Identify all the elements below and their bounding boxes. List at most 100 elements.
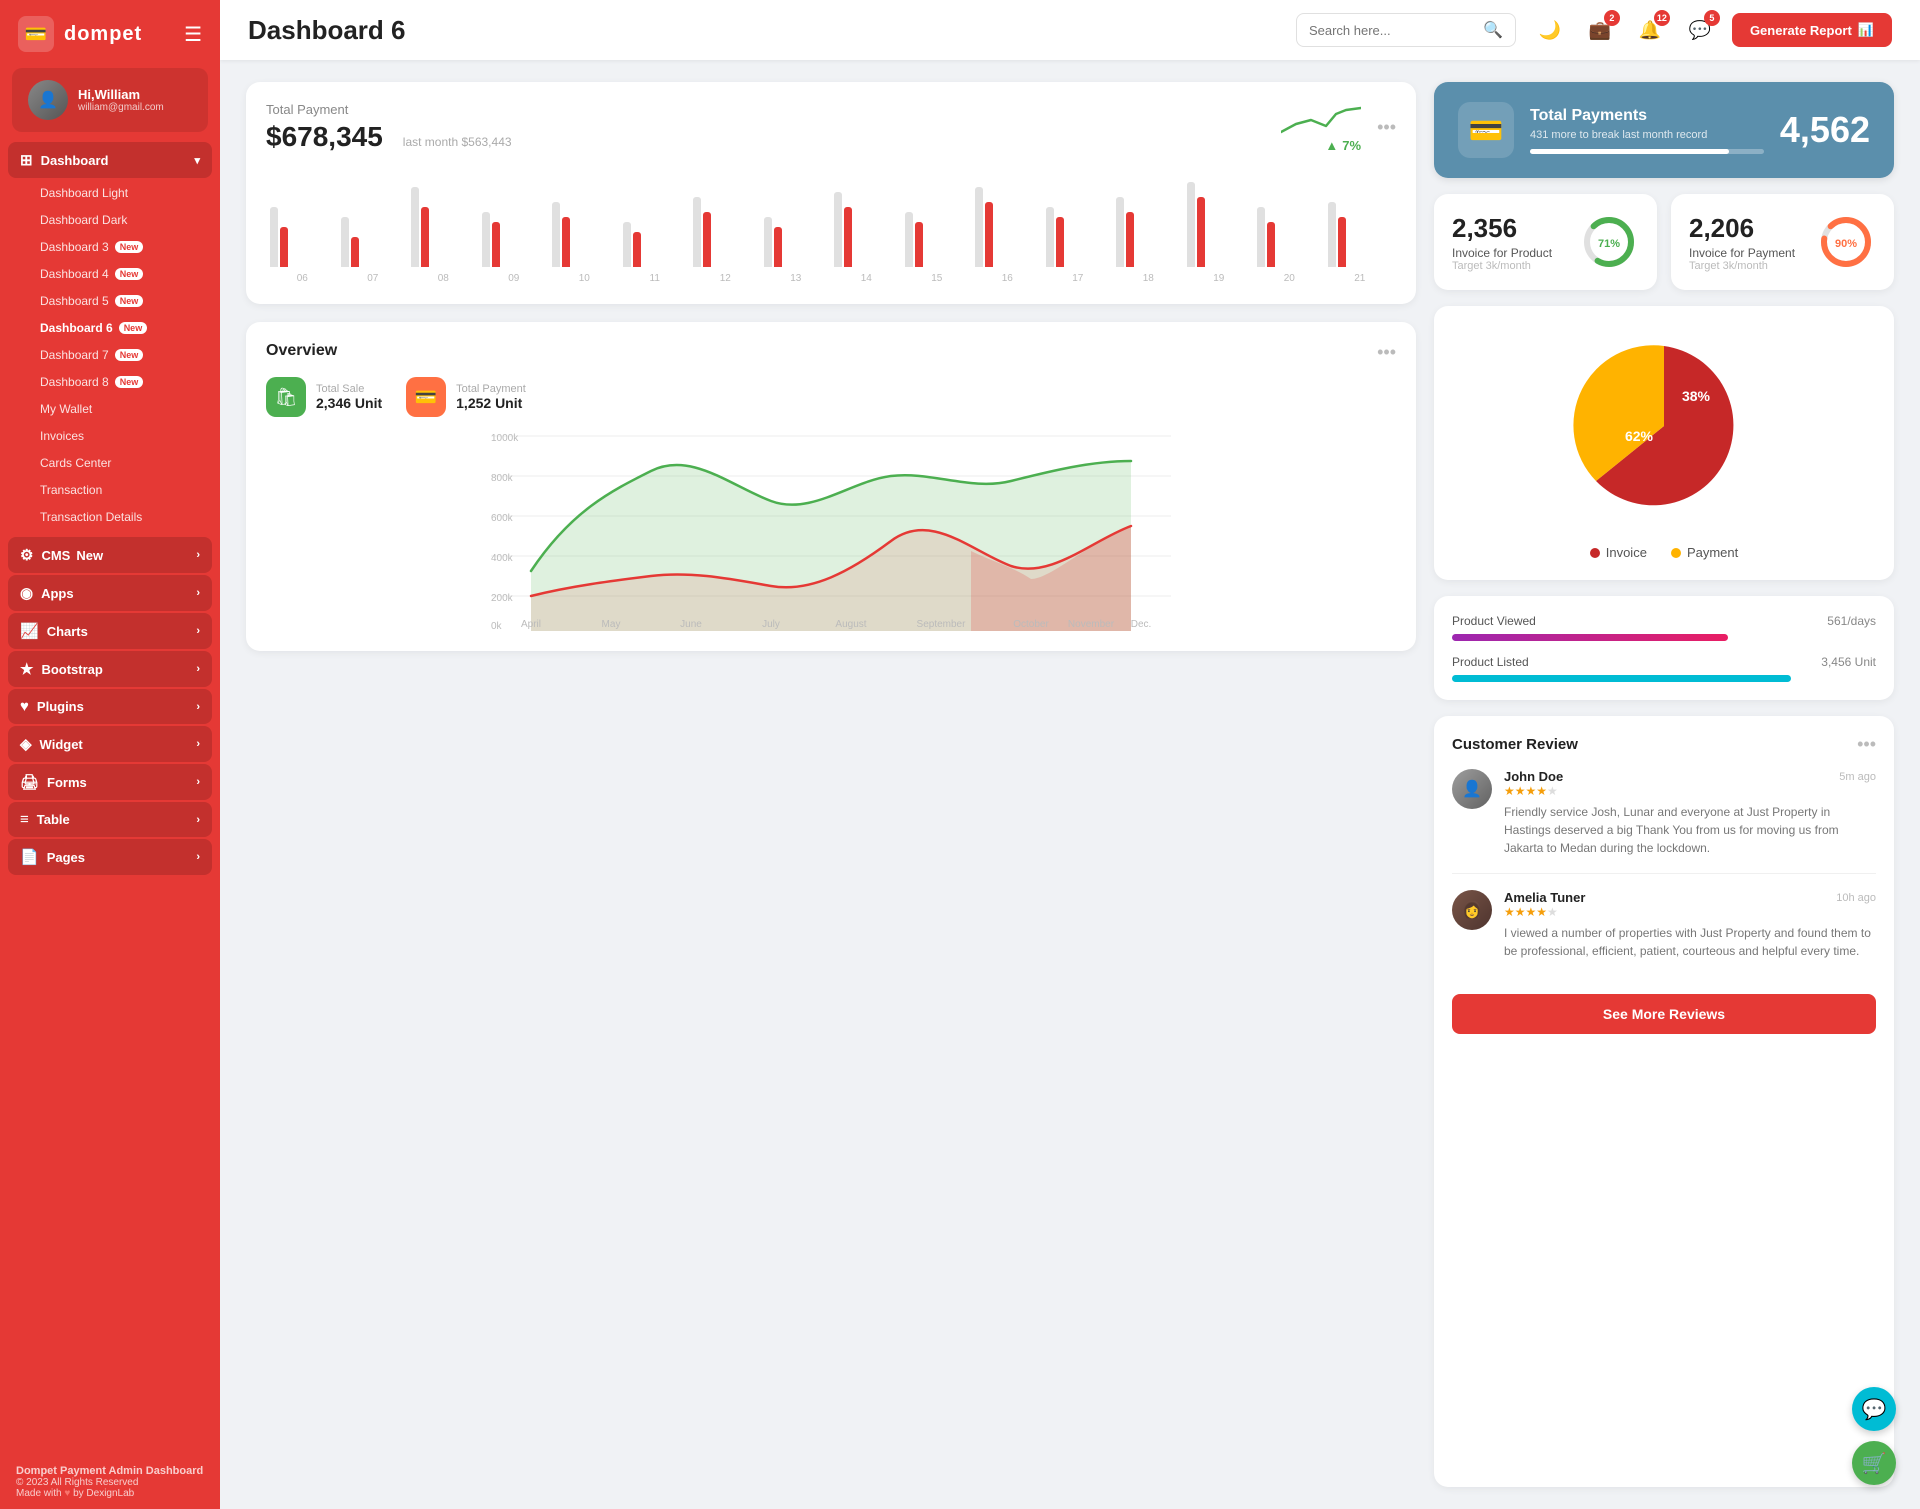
chevron-right-icon: ›	[196, 587, 200, 599]
sidebar-item-cards-center[interactable]: Cards Center	[8, 450, 212, 476]
bar-label-7: 13	[764, 273, 829, 284]
svg-text:September: September	[917, 619, 967, 630]
bar-red-3	[492, 222, 500, 267]
bar-group-8	[834, 192, 899, 267]
avatar: 👤	[28, 80, 68, 120]
sidebar-item-charts[interactable]: 📈 Charts ›	[8, 613, 212, 649]
sidebar-item-dashboard-3[interactable]: Dashboard 3New	[8, 234, 212, 260]
bar-gray-15	[1328, 202, 1336, 267]
support-float-button[interactable]: 💬	[1852, 1387, 1896, 1431]
total-payment-icon: 💳	[406, 377, 446, 417]
forms-icon: 🖨	[20, 773, 39, 791]
svg-text:May: May	[602, 619, 621, 630]
bar-label-3: 09	[482, 273, 547, 284]
bar-gray-11	[1046, 207, 1054, 267]
overview-card: Overview ••• 🛍 Total Sale 2,346 Unit 💳	[246, 322, 1416, 651]
sidebar-item-apps[interactable]: ◉ Apps ›	[8, 575, 212, 611]
review-more-options[interactable]: •••	[1857, 734, 1876, 755]
sidebar-item-dashboard-light[interactable]: Dashboard Light	[8, 180, 212, 206]
payment-dot	[1671, 548, 1681, 558]
bootstrap-icon: ★	[20, 660, 33, 678]
generate-report-button[interactable]: Generate Report 📊	[1732, 13, 1892, 47]
pages-icon: 📄	[20, 848, 39, 866]
invoice-cards-row: 2,356 Invoice for Product Target 3k/mont…	[1434, 194, 1894, 290]
sidebar-item-invoices[interactable]: Invoices	[8, 423, 212, 449]
bar-gray-8	[834, 192, 842, 267]
review-item-2: 👩 Amelia Tuner 10h ago ★★★★★ I viewed a …	[1452, 890, 1876, 976]
reviewer-stars-2: ★★★★★	[1504, 905, 1876, 919]
sidebar-item-dashboard-8[interactable]: Dashboard 8New	[8, 369, 212, 395]
svg-text:400k: 400k	[491, 553, 514, 564]
bar-label-10: 16	[975, 273, 1040, 284]
bar-label-13: 19	[1187, 273, 1252, 284]
bar-label-1: 07	[341, 273, 406, 284]
search-input[interactable]	[1309, 23, 1475, 38]
sidebar-item-forms[interactable]: 🖨 Forms ›	[8, 764, 212, 800]
product-viewed-val: 561/days	[1827, 614, 1876, 628]
see-more-reviews-button[interactable]: See More Reviews	[1452, 994, 1876, 1034]
bar-group-1	[341, 217, 406, 267]
sidebar-item-cms[interactable]: ⚙ CMS New ›	[8, 537, 212, 573]
chevron-right-icon: ›	[196, 776, 200, 788]
chevron-right-icon: ›	[196, 851, 200, 863]
chart-bar-icon: 📊	[1858, 22, 1874, 38]
sidebar-item-dashboard[interactable]: ⊞ Dashboard ▾	[8, 142, 212, 178]
notification-button[interactable]: 🔔 12	[1632, 12, 1668, 48]
sidebar-item-dashboard-dark[interactable]: Dashboard Dark	[8, 207, 212, 233]
sidebar-item-pages[interactable]: 📄 Pages ›	[8, 839, 212, 875]
more-options-button[interactable]: •••	[1377, 117, 1396, 138]
bar-label-0: 06	[270, 273, 335, 284]
trend-sparkline	[1281, 102, 1361, 138]
bar-gray-0	[270, 207, 278, 267]
sidebar-item-bootstrap[interactable]: ★ Bootstrap ›	[8, 651, 212, 687]
wallet-button[interactable]: 💼 2	[1582, 12, 1618, 48]
bar-red-14	[1267, 222, 1275, 267]
bar-group-0	[270, 207, 335, 267]
bar-red-2	[421, 207, 429, 267]
chat-button[interactable]: 💬 5	[1682, 12, 1718, 48]
bar-group-10	[975, 187, 1040, 267]
sidebar-item-dashboard-6[interactable]: Dashboard 6New	[8, 315, 212, 341]
review-card-title: Customer Review	[1452, 736, 1578, 753]
banner-progress-bar	[1530, 149, 1764, 154]
total-payment-stat: 💳 Total Payment 1,252 Unit	[406, 377, 526, 417]
reviewer-stars-1: ★★★★★	[1504, 784, 1876, 798]
sidebar-item-dashboard-5[interactable]: Dashboard 5New	[8, 288, 212, 314]
bar-group-2	[411, 187, 476, 267]
bar-red-7	[774, 227, 782, 267]
sidebar-item-table[interactable]: ≡ Table ›	[8, 802, 212, 837]
hamburger-button[interactable]: ☰	[184, 22, 202, 47]
sidebar-item-dashboard-7[interactable]: Dashboard 7New	[8, 342, 212, 368]
logo-text: dompet	[64, 23, 142, 46]
sidebar-item-transaction[interactable]: Transaction	[8, 477, 212, 503]
pie-legend: Invoice Payment	[1454, 545, 1874, 560]
svg-text:October: October	[1013, 619, 1049, 630]
bar-red-6	[703, 212, 711, 267]
sidebar-item-dashboard-4[interactable]: Dashboard 4New	[8, 261, 212, 287]
legend-invoice: Invoice	[1590, 545, 1647, 560]
review-text-1: Friendly service Josh, Lunar and everyon…	[1504, 803, 1876, 857]
bar-label-2: 08	[411, 273, 476, 284]
invoice-payment-number: 2,206	[1689, 213, 1802, 244]
sidebar-item-widget[interactable]: ◈ Widget ›	[8, 726, 212, 762]
bar-label-14: 20	[1257, 273, 1322, 284]
overview-more-options[interactable]: •••	[1377, 342, 1396, 363]
sidebar-footer: Dompet Payment Admin Dashboard © 2023 Al…	[0, 1451, 220, 1509]
search-icon[interactable]: 🔍	[1483, 20, 1503, 40]
bar-group-11	[1046, 207, 1111, 267]
bar-gray-13	[1187, 182, 1195, 267]
theme-toggle-button[interactable]: 🌙	[1532, 12, 1568, 48]
sidebar-item-transaction-details[interactable]: Transaction Details	[8, 504, 212, 530]
invoice-product-target: Target 3k/month	[1452, 260, 1565, 272]
bar-red-4	[562, 217, 570, 267]
sidebar-item-my-wallet[interactable]: My Wallet	[8, 396, 212, 422]
chevron-right-icon: ›	[196, 814, 200, 826]
cart-float-button[interactable]: 🛒	[1852, 1441, 1896, 1485]
bar-gray-10	[975, 187, 983, 267]
total-payment-title: Total Payment	[266, 102, 512, 117]
overview-line-chart: 1000k 800k 600k 400k 200k 0k	[266, 431, 1396, 631]
sidebar-item-plugins[interactable]: ♥ Plugins ›	[8, 689, 212, 724]
bar-label-5: 11	[623, 273, 688, 284]
bar-gray-1	[341, 217, 349, 267]
reviewer-avatar-2: 👩	[1452, 890, 1492, 930]
